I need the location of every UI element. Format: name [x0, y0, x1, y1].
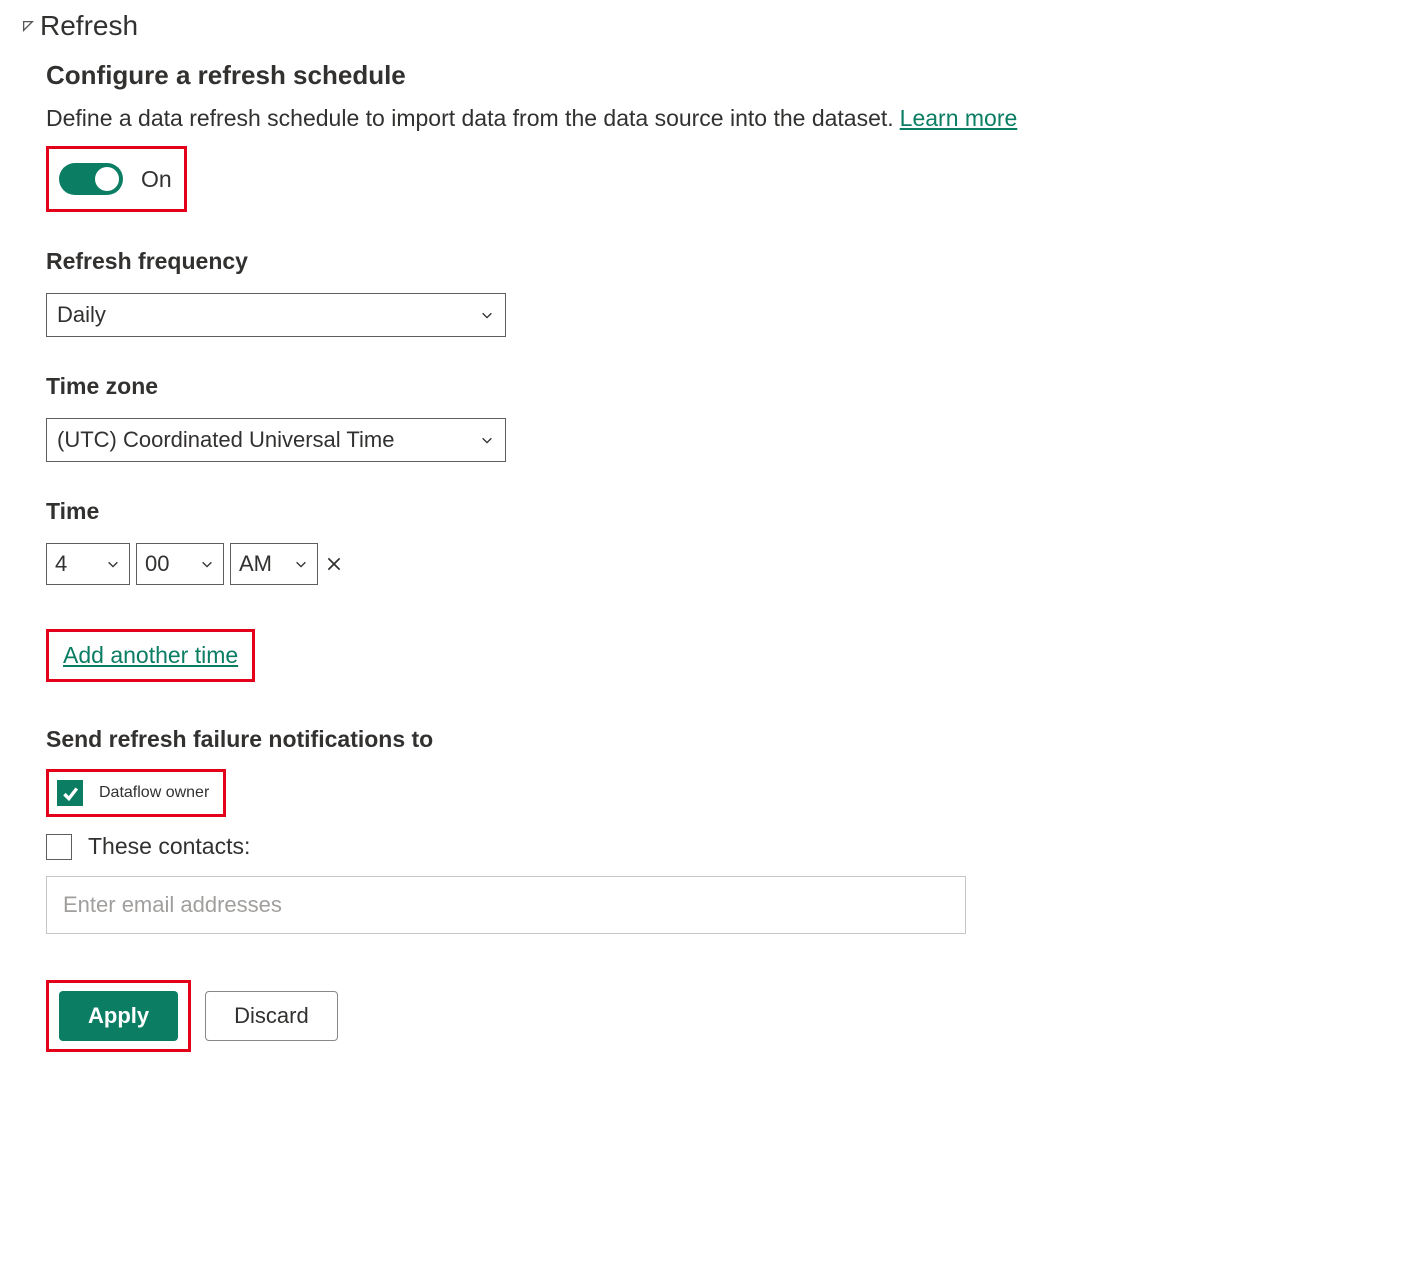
time-minute-select[interactable]: 00	[136, 543, 224, 585]
time-label: Time	[46, 498, 1140, 525]
chevron-down-icon	[293, 556, 309, 572]
toggle-knob	[95, 167, 119, 191]
dataflow-owner-checkbox[interactable]	[57, 780, 83, 806]
toggle-state-label: On	[141, 166, 172, 193]
notifications-label: Send refresh failure notifications to	[46, 726, 1140, 753]
chevron-down-icon	[479, 307, 495, 323]
chevron-down-icon	[105, 556, 121, 572]
add-another-time-link[interactable]: Add another time	[63, 642, 238, 668]
learn-more-link[interactable]: Learn more	[900, 105, 1018, 132]
contacts-checkbox[interactable]	[46, 834, 72, 860]
frequency-label: Refresh frequency	[46, 248, 1140, 275]
timezone-value: (UTC) Coordinated Universal Time	[57, 427, 394, 453]
collapse-icon[interactable]	[20, 18, 36, 34]
dataflow-owner-label: Dataflow owner	[99, 784, 209, 802]
remove-time-icon[interactable]	[322, 552, 346, 576]
time-hour-select[interactable]: 4	[46, 543, 130, 585]
discard-button[interactable]: Discard	[205, 991, 338, 1041]
frequency-select[interactable]: Daily	[46, 293, 506, 337]
section-title: Refresh	[40, 10, 138, 42]
time-hour-value: 4	[55, 551, 67, 577]
apply-button[interactable]: Apply	[59, 991, 178, 1041]
timezone-label: Time zone	[46, 373, 1140, 400]
contacts-label: These contacts:	[88, 833, 250, 860]
time-ampm-value: AM	[239, 551, 272, 577]
chevron-down-icon	[479, 432, 495, 448]
time-minute-value: 00	[145, 551, 169, 577]
email-addresses-input[interactable]	[46, 876, 966, 934]
section-subtitle: Configure a refresh schedule	[46, 60, 1140, 91]
time-ampm-select[interactable]: AM	[230, 543, 318, 585]
timezone-select[interactable]: (UTC) Coordinated Universal Time	[46, 418, 506, 462]
refresh-toggle[interactable]	[59, 163, 123, 195]
chevron-down-icon	[199, 556, 215, 572]
section-description: Define a data refresh schedule to import…	[46, 105, 894, 132]
frequency-value: Daily	[57, 302, 106, 328]
